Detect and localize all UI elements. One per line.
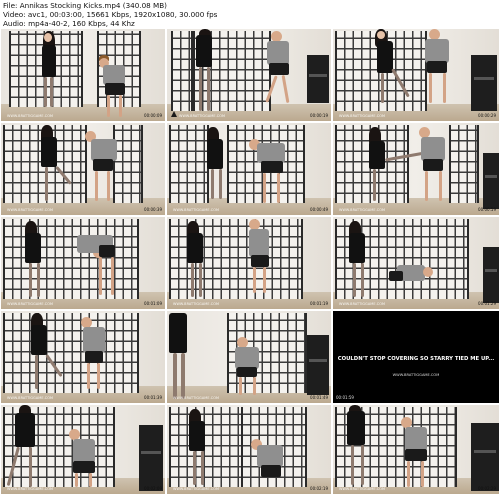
timestamp: 00:01:19 xyxy=(310,301,328,306)
thumbnail-grid: WWW.BRATTIGGAME.COM 00:00:09 WWW.BRATTIG… xyxy=(0,29,500,494)
file-name-line: File: Annikas Stocking Kicks.mp4 (340.08… xyxy=(3,1,167,10)
watermark: WWW.BRATTIGGAME.COM xyxy=(7,487,54,491)
video-caption: COULDN'T STOP COVERING SO STARRY TIED ME… xyxy=(337,356,495,362)
watermark: WWW.BRATTIGGAME.COM xyxy=(7,208,54,212)
watermark: WWW.BRATTIGGAME.COM xyxy=(339,114,386,118)
thumbnail-11[interactable]: WWW.BRATTIGGAME.COM 00:01:49 xyxy=(167,311,331,403)
timestamp: 00:01:29 xyxy=(478,301,496,306)
watermark: WWW.BRATTIGGAME.COM xyxy=(173,302,220,306)
watermark: WWW.BRATTIGGAME.COM xyxy=(7,114,54,118)
video-info-line: Video: avc1, 00:03:00, 15661 Kbps, 1920x… xyxy=(3,10,218,20)
thumbnail-13[interactable]: WWW.BRATTIGGAME.COM 00:02:09 xyxy=(1,405,165,494)
thumbnail-14[interactable]: WWW.BRATTIGGAME.COM 00:02:19 xyxy=(167,405,331,494)
timestamp: 00:02:09 xyxy=(144,486,162,491)
thumbnail-5[interactable]: WWW.BRATTIGGAME.COM 00:00:49 xyxy=(167,123,331,215)
timestamp: 00:01:39 xyxy=(144,395,162,400)
timestamp: 00:00:19 xyxy=(310,113,328,118)
watermark: WWW.BRATTIGGAME.COM xyxy=(7,302,54,306)
thumbnail-1[interactable]: WWW.BRATTIGGAME.COM 00:00:09 xyxy=(1,29,165,121)
thumbnail-9[interactable]: WWW.BRATTIGGAME.COM 00:01:29 xyxy=(333,217,499,309)
watermark: WWW.BRATTIGGAME.COM xyxy=(339,208,386,212)
watermark: WWW.BRATTIGGAME.COM xyxy=(392,373,440,377)
thumbnail-2[interactable]: WWW.BRATTIGGAME.COM 00:00:19 xyxy=(167,29,331,121)
thumbnail-7[interactable]: WWW.BRATTIGGAME.COM 00:01:09 xyxy=(1,217,165,309)
timestamp: 00:00:39 xyxy=(144,207,162,212)
audio-info-line: Audio: mp4a-40-2, 160 Kbps, 44 Khz xyxy=(3,19,135,29)
timestamp: 00:00:09 xyxy=(144,113,162,118)
file-info-header: File: Annikas Stocking Kicks.mp4 (340.08… xyxy=(3,1,497,29)
thumbnail-10[interactable]: WWW.BRATTIGGAME.COM 00:01:39 xyxy=(1,311,165,403)
timestamp: 00:01:59 xyxy=(336,395,354,400)
thumbnail-12[interactable]: COULDN'T STOP COVERING SO STARRY TIED ME… xyxy=(333,311,499,403)
watermark: WWW.BRATTIGGAME.COM xyxy=(173,208,220,212)
timestamp: 00:00:49 xyxy=(310,207,328,212)
watermark: WWW.BRATTIGGAME.COM xyxy=(339,302,386,306)
timestamp: 00:02:29 xyxy=(478,486,496,491)
thumbnail-8[interactable]: WWW.BRATTIGGAME.COM 00:01:19 xyxy=(167,217,331,309)
timestamp: 00:00:29 xyxy=(478,113,496,118)
thumbnail-3[interactable]: WWW.BRATTIGGAME.COM 00:00:29 xyxy=(333,29,499,121)
watermark: WWW.BRATTIGGAME.COM xyxy=(339,487,386,491)
watermark: WWW.BRATTIGGAME.COM xyxy=(7,396,54,400)
timestamp: 00:02:19 xyxy=(310,486,328,491)
watermark: WWW.BRATTIGGAME.COM xyxy=(173,487,220,491)
thumbnail-6[interactable]: WWW.BRATTIGGAME.COM 00:00:59 xyxy=(333,123,499,215)
watermark: WWW.BRATTIGGAME.COM xyxy=(173,396,220,400)
timestamp: 00:01:49 xyxy=(310,395,328,400)
watermark: WWW.BRATTIGGAME.COM xyxy=(179,114,226,118)
thumbnail-4[interactable]: WWW.BRATTIGGAME.COM 00:00:39 xyxy=(1,123,165,215)
timestamp: 00:01:09 xyxy=(144,301,162,306)
timestamp: 00:00:59 xyxy=(478,207,496,212)
thumbnail-15[interactable]: WWW.BRATTIGGAME.COM 00:02:29 xyxy=(333,405,499,494)
